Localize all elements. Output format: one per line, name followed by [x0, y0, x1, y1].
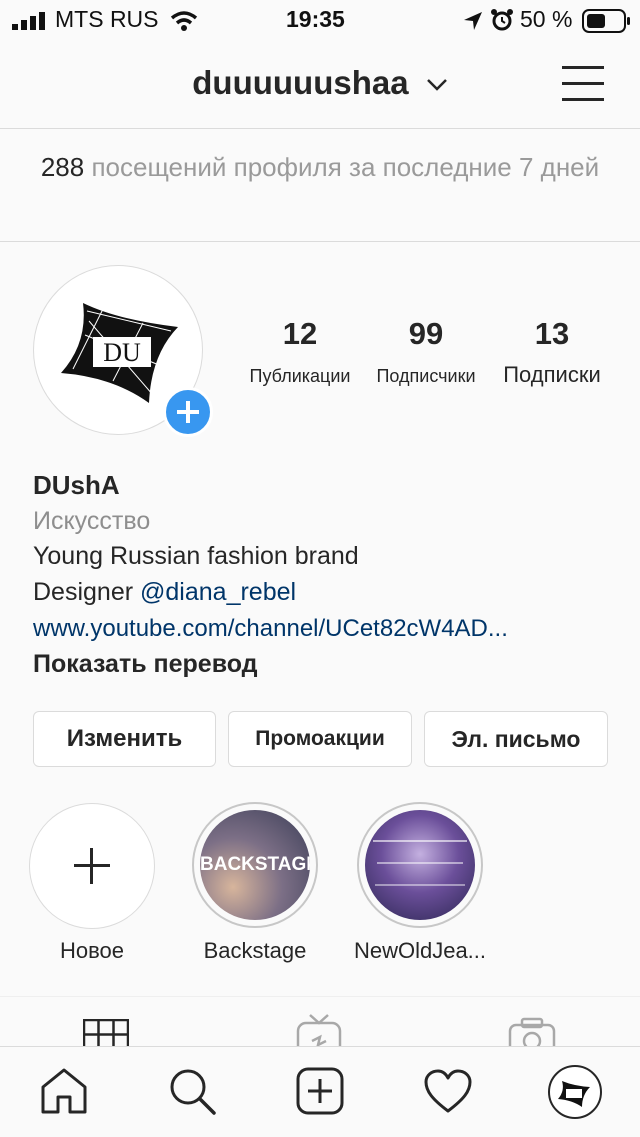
highlight-label-newoldjeans: NewOldJea...: [353, 938, 487, 963]
highlight-label-new: Новое: [59, 938, 125, 963]
following-label: Подписки: [503, 362, 601, 387]
status-bar: MTS RUS 19:35 50 %: [0, 0, 640, 40]
account-switcher[interactable]: duuuuuushaa: [0, 64, 640, 102]
signal-icon: [12, 12, 45, 30]
tagged-photos-icon[interactable]: [508, 1017, 556, 1047]
profile-tab-avatar[interactable]: [548, 1065, 602, 1119]
profile-category: Искусство: [33, 507, 151, 535]
followers-count: 99: [408, 316, 444, 351]
add-story-badge[interactable]: [163, 387, 213, 437]
edit-profile-button[interactable]: Изменить: [33, 711, 216, 767]
stat-following[interactable]: 13 Подписки: [492, 310, 612, 390]
home-icon[interactable]: [40, 1067, 88, 1115]
profile-tabs: [0, 996, 640, 1047]
following-count: 13: [534, 316, 570, 351]
newoldjeans-cover: [365, 810, 475, 920]
visits-count: 288: [40, 152, 85, 182]
profile-visits-banner[interactable]: 288 посещений профиля за последние 7 дне…: [0, 129, 640, 242]
highlight-newoldjeans[interactable]: [357, 802, 483, 928]
mention-link[interactable]: @diana_rebel: [140, 578, 296, 606]
search-icon[interactable]: [168, 1067, 216, 1115]
brand-logo-small: [558, 1081, 590, 1107]
backstage-cover: BACKSTAGE: [200, 810, 310, 920]
activity-heart-icon[interactable]: [424, 1069, 472, 1113]
highlight-backstage[interactable]: BACKSTAGE: [192, 802, 318, 928]
igtv-icon[interactable]: [296, 1013, 342, 1047]
bio-line: Young Russian fashion brand: [33, 542, 359, 570]
posts-count: 12: [282, 316, 318, 351]
grid-icon[interactable]: [83, 1019, 129, 1047]
stat-posts[interactable]: 12 Публикации: [240, 310, 360, 390]
hamburger-menu-icon[interactable]: [562, 64, 604, 104]
followers-label: Подписчики: [376, 366, 476, 386]
avatar-text: DU: [103, 338, 141, 367]
website-link[interactable]: www.youtube.com/channel/UCet82cW4AD...: [33, 615, 508, 643]
plus-icon: [177, 401, 199, 423]
wifi-icon: [170, 11, 198, 31]
show-translation-link[interactable]: Показать перевод: [33, 650, 258, 679]
visits-text: посещений профиля за последние 7 дней: [91, 152, 600, 182]
highlight-label-backstage: Backstage: [203, 938, 307, 963]
email-button[interactable]: Эл. письмо: [424, 711, 608, 767]
clock: 19:35: [286, 6, 345, 32]
bottom-navigation: [0, 1046, 640, 1137]
bio-designer-text: Designer: [33, 578, 134, 606]
battery-percent: 50 %: [520, 6, 573, 32]
chevron-down-icon: [426, 79, 447, 92]
plus-icon: [74, 848, 110, 884]
location-arrow-icon: [464, 12, 482, 30]
alarm-icon: [491, 9, 513, 31]
username-title: duuuuuushaa: [192, 64, 409, 101]
stat-followers[interactable]: 99 Подписчики: [366, 310, 486, 390]
battery-icon: [582, 9, 630, 33]
new-post-icon[interactable]: [296, 1067, 344, 1115]
carrier-name: MTS RUS: [55, 6, 159, 32]
promotions-button[interactable]: Промоакции: [228, 711, 412, 767]
profile-name: DUshA: [33, 470, 120, 500]
bio-designer-line: Designer @diana_rebel: [33, 578, 296, 607]
profile-header: duuuuuushaa: [0, 40, 640, 129]
posts-label: Публикации: [249, 366, 351, 386]
backstage-cover-text: BACKSTAGE: [200, 854, 310, 875]
new-highlight-button[interactable]: [29, 803, 155, 929]
